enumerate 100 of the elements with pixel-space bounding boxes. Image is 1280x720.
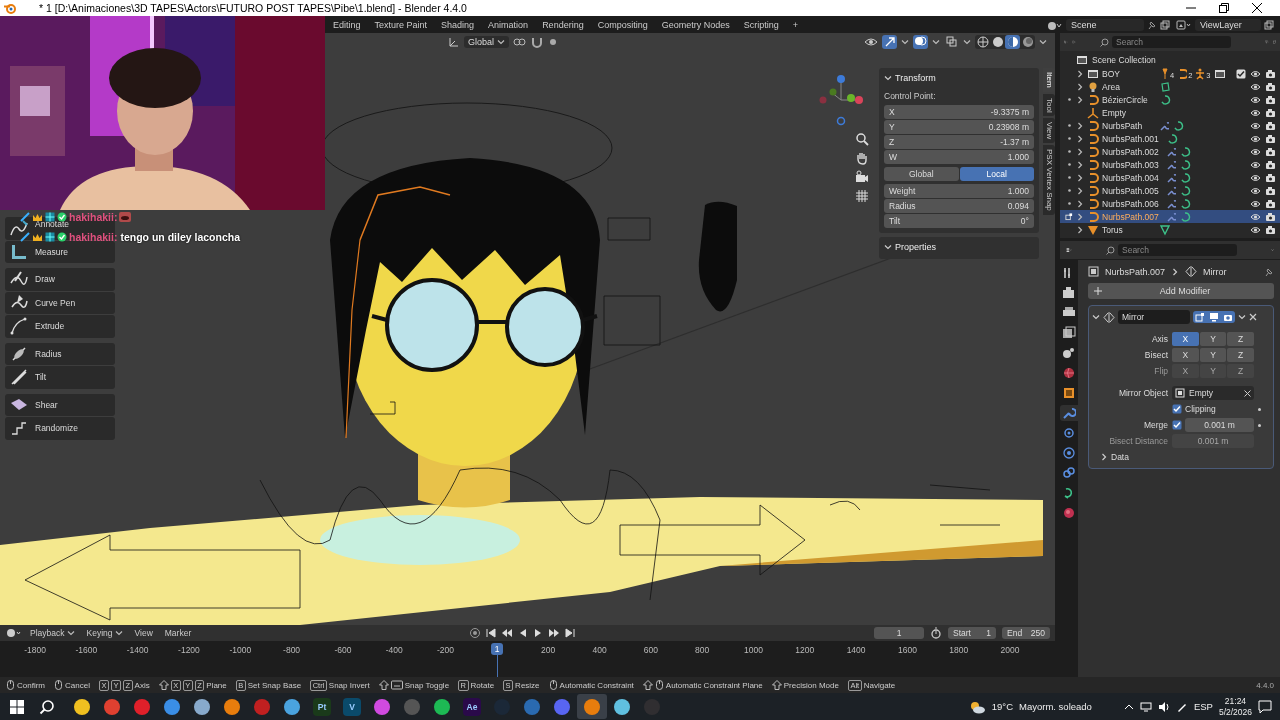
tool-button[interactable]: Radius — [5, 342, 115, 365]
axis-toggle[interactable]: X — [1172, 332, 1199, 346]
axis-toggle[interactable]: Y — [1199, 332, 1227, 346]
frame-tick-label: -200 — [436, 645, 456, 655]
status-hint: Automatic Constraint Plane — [665, 680, 763, 690]
add-modifier-button[interactable]: Add Modifier — [1088, 283, 1274, 299]
workspace-tab[interactable]: Texture Paint — [367, 17, 435, 32]
workspace-tab[interactable]: Editing — [326, 17, 368, 32]
tool-button[interactable]: Extrude — [5, 315, 115, 338]
workspace-tab[interactable]: Shading — [434, 17, 482, 32]
outliner-item[interactable]: Area — [1102, 81, 1152, 92]
tool-button[interactable]: Randomize — [5, 417, 115, 440]
clock[interactable]: 21:24 5/2/2026 — [1218, 695, 1252, 718]
workspace-tab[interactable]: Geometry Nodes — [654, 17, 737, 32]
tool-button[interactable]: Curve Pen — [5, 291, 115, 314]
status-hint: Set Snap Base — [247, 680, 302, 690]
taskbar-app[interactable]: Ae — [457, 694, 487, 719]
number-field[interactable]: 0.001 m — [1185, 418, 1254, 432]
number-field[interactable]: W 1.000 — [884, 150, 1034, 164]
number-field[interactable]: Tilt 0° — [884, 214, 1034, 228]
frame-tick-label: -1200 — [177, 645, 201, 655]
menu-button[interactable]: Keying — [82, 628, 127, 638]
axis-toggle[interactable]: Z — [1227, 332, 1254, 346]
frame-tick-label: -600 — [333, 645, 353, 655]
outliner-item[interactable]: BézierCircle — [1102, 94, 1152, 105]
scene-selector[interactable]: Scene — [1066, 18, 1144, 31]
outliner-item[interactable]: Empty — [1102, 107, 1152, 118]
end-frame-field[interactable]: End 250 — [1002, 627, 1050, 639]
frame-tick-label: 1400 — [845, 645, 867, 655]
frame-tick-label: -400 — [384, 645, 404, 655]
tool-button[interactable]: Draw — [5, 268, 115, 291]
language-indicator[interactable]: ESP — [1193, 701, 1213, 712]
sidebar-tab[interactable]: Tool — [1043, 93, 1055, 117]
axis-toggle[interactable]: Y — [1199, 348, 1227, 362]
chat-username: hakihakii: — [69, 231, 118, 243]
playhead[interactable]: 1 — [491, 643, 504, 655]
search-field[interactable]: Search — [1112, 36, 1231, 48]
frame-tick-label: -1800 — [23, 645, 47, 655]
frame-tick-label: 1000 — [743, 645, 764, 655]
outliner-item[interactable]: NurbsPath.004 — [1102, 172, 1159, 183]
number-field[interactable]: X -9.3375 m — [884, 105, 1034, 119]
frame-tick-label: 1600 — [896, 645, 918, 655]
outliner-item[interactable]: NurbsPath.001 — [1102, 133, 1159, 144]
panel-header[interactable]: Transform — [884, 71, 1034, 85]
modifier-name-field[interactable]: Mirror — [1118, 310, 1190, 324]
outliner-item[interactable]: NurbsPath.007 — [1102, 211, 1159, 222]
workspace-tab[interactable]: Rendering — [535, 17, 591, 32]
sidebar-tab[interactable]: PSX Vertex Snap — [1043, 145, 1055, 216]
workspace-tab[interactable]: Scripting — [736, 17, 786, 32]
taskbar-app[interactable]: V — [337, 694, 367, 719]
number-field[interactable]: Y 0.23908 m — [884, 120, 1034, 134]
space-toggle[interactable]: Local — [959, 167, 1034, 181]
workspace-tab[interactable]: Animation — [481, 17, 536, 32]
search-field[interactable]: Search — [1118, 244, 1237, 256]
outliner-item[interactable]: NurbsPath.006 — [1102, 198, 1159, 209]
taskbar-app[interactable]: Pt — [307, 694, 337, 719]
workspace-tab[interactable]: Compositing — [590, 17, 655, 32]
status-hint: Automatic Constraint — [559, 680, 634, 690]
menu-button[interactable]: Marker — [160, 628, 196, 638]
object-field[interactable]: Empty — [1172, 386, 1254, 400]
sidebar-tab[interactable]: View — [1043, 118, 1055, 144]
status-hint: Snap Toggle — [404, 680, 450, 690]
field-label: Mirror Object — [1117, 388, 1168, 398]
outliner-item[interactable]: Scene Collection — [1092, 55, 1156, 65]
menu-button[interactable]: View — [130, 628, 157, 638]
field-label: Flip — [1153, 366, 1168, 376]
outliner-item[interactable]: Torus — [1102, 224, 1152, 235]
status-hint: Cancel — [65, 680, 90, 690]
orientation-dropdown[interactable]: Global — [464, 35, 509, 48]
outliner-item[interactable]: NurbsPath.003 — [1102, 159, 1159, 170]
outliner-item[interactable]: NurbsPath.005 — [1102, 185, 1159, 196]
breadcrumb-item: NurbsPath.007 — [1105, 266, 1166, 277]
subpanel-header[interactable]: Data — [1092, 450, 1268, 462]
status-hint: Confirm — [17, 680, 45, 690]
menu-button[interactable]: Playback — [26, 628, 79, 638]
tool-button[interactable]: Measure — [5, 240, 115, 263]
field-label: Merge — [1142, 420, 1168, 430]
tool-button[interactable]: Shear — [5, 393, 115, 416]
outliner-item[interactable]: NurbsPath.002 — [1102, 146, 1159, 157]
app-logo: V — [343, 697, 361, 716]
panel-header[interactable]: Properties — [884, 240, 1034, 254]
number-field[interactable]: Z -1.37 m — [884, 135, 1034, 149]
start-frame-field[interactable]: Start 1 — [948, 627, 996, 639]
tool-button[interactable]: Tilt — [5, 366, 115, 389]
space-toggle[interactable]: Global — [884, 167, 959, 181]
checkbox-label: Clipping — [1185, 404, 1216, 414]
add-workspace-button[interactable]: + — [785, 17, 805, 32]
axis-toggle[interactable]: X — [1172, 348, 1199, 362]
outliner-item[interactable]: BOY — [1102, 68, 1152, 79]
breadcrumb-item: Mirror — [1203, 266, 1227, 277]
number-field[interactable]: Weight 1.000 — [884, 184, 1034, 198]
frame-tick-label: 200 — [540, 645, 557, 655]
axis-toggle[interactable]: Z — [1227, 348, 1254, 362]
number-field[interactable]: Radius 0.094 — [884, 199, 1034, 213]
temperature-label: 19°C — [991, 701, 1013, 712]
current-frame-field[interactable]: 1 — [874, 627, 924, 639]
outliner-item[interactable]: NurbsPath — [1102, 120, 1152, 131]
status-hint: Navigate — [863, 680, 896, 690]
status-hint: Precision Mode — [783, 680, 839, 690]
view-layer-selector[interactable]: ViewLayer — [1195, 18, 1261, 31]
